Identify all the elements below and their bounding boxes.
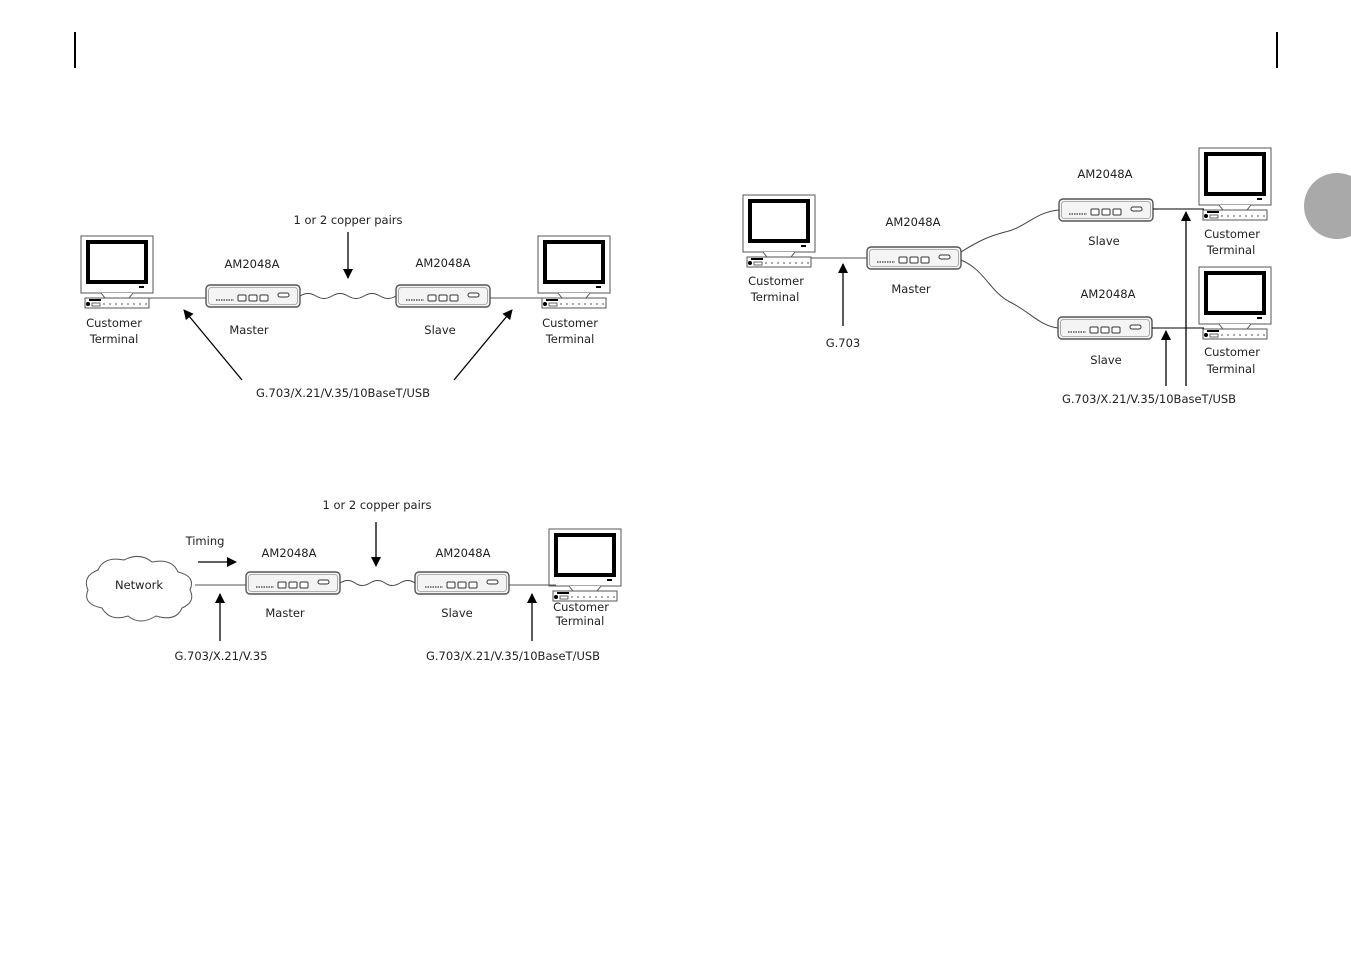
terminal-label-line1: Customer (1204, 227, 1260, 241)
customer-terminal-icon (547, 527, 623, 603)
interface-label: G.703/X.21/V.35/10BaseT/USB (256, 386, 430, 400)
master-model-label: AM2048A (262, 546, 317, 560)
arrow-icon (453, 309, 513, 381)
master-modem-icon (205, 284, 301, 308)
copper-pair-line (339, 580, 416, 586)
slave-interface-label: G.703/X.21/V.35/10BaseT/USB (1062, 392, 1236, 406)
slave-modem-icon (1058, 198, 1154, 222)
terminal-label-line1: Customer (86, 316, 142, 330)
master-modem-icon (866, 246, 962, 270)
slave-model-label: AM2048A (436, 546, 491, 560)
terminal-label-line1: Customer (1204, 345, 1260, 359)
network-diagrams: 1 or 2 copper pairs AM2048A AM2048A Mast… (79, 146, 1273, 663)
terminal-label-line2: Terminal (555, 614, 605, 628)
network-label: Network (115, 578, 163, 592)
slave-role-label: Slave (441, 606, 472, 620)
slave-top-model-label: AM2048A (1078, 167, 1133, 181)
terminal-label-line2: Terminal (1206, 362, 1256, 376)
copper-pair-line (960, 259, 1059, 329)
master-role-label: Master (265, 606, 305, 620)
terminal-interface-label: G.703/X.21/V.35/10BaseT/USB (426, 649, 600, 663)
slave-modem-icon (414, 571, 510, 595)
line-label: 1 or 2 copper pairs (293, 213, 402, 227)
customer-terminal-icon (536, 234, 612, 310)
network-interface-label: G.703/X.21/V.35 (174, 649, 267, 663)
arrow-icon (183, 309, 243, 381)
terminal-label-line2: Terminal (545, 332, 595, 346)
slave-modem-icon (395, 284, 491, 308)
customer-terminal-icon (1197, 265, 1273, 341)
customer-terminal-icon (1197, 146, 1273, 222)
master-model-label: AM2048A (225, 257, 280, 271)
diagram-multipoint: Customer Terminal AM2048A Master G.703 A… (741, 146, 1273, 406)
line-label: 1 or 2 copper pairs (322, 498, 431, 512)
master-interface-label: G.703 (826, 336, 861, 350)
master-role-label: Master (891, 282, 931, 296)
customer-terminal-icon (79, 234, 155, 310)
master-model-label: AM2048A (886, 215, 941, 229)
terminal-label-line2: Terminal (750, 290, 800, 304)
copper-pair-line (960, 209, 1060, 253)
slave-modem-icon (1057, 316, 1153, 340)
slave-role-label: Slave (424, 323, 455, 337)
terminal-label-line1: Customer (748, 274, 804, 288)
terminal-label-line1: Customer (553, 600, 609, 614)
slave-top-role-label: Slave (1088, 234, 1119, 248)
slave-model-label: AM2048A (416, 256, 471, 270)
terminal-label-line2: Terminal (1206, 243, 1256, 257)
master-modem-icon (245, 571, 341, 595)
customer-terminal-icon (741, 193, 817, 269)
terminal-label-line1: Customer (542, 316, 598, 330)
copper-pair-line (299, 293, 397, 299)
slave-bottom-model-label: AM2048A (1081, 287, 1136, 301)
diagram-network-tail: Network Timing 1 or 2 copper pairs AM204… (85, 498, 623, 663)
diagram-point-to-point: 1 or 2 copper pairs AM2048A AM2048A Mast… (79, 213, 612, 400)
master-role-label: Master (229, 323, 269, 337)
terminal-label-line2: Terminal (89, 332, 139, 346)
timing-label: Timing (185, 534, 225, 548)
slave-bottom-role-label: Slave (1090, 353, 1121, 367)
